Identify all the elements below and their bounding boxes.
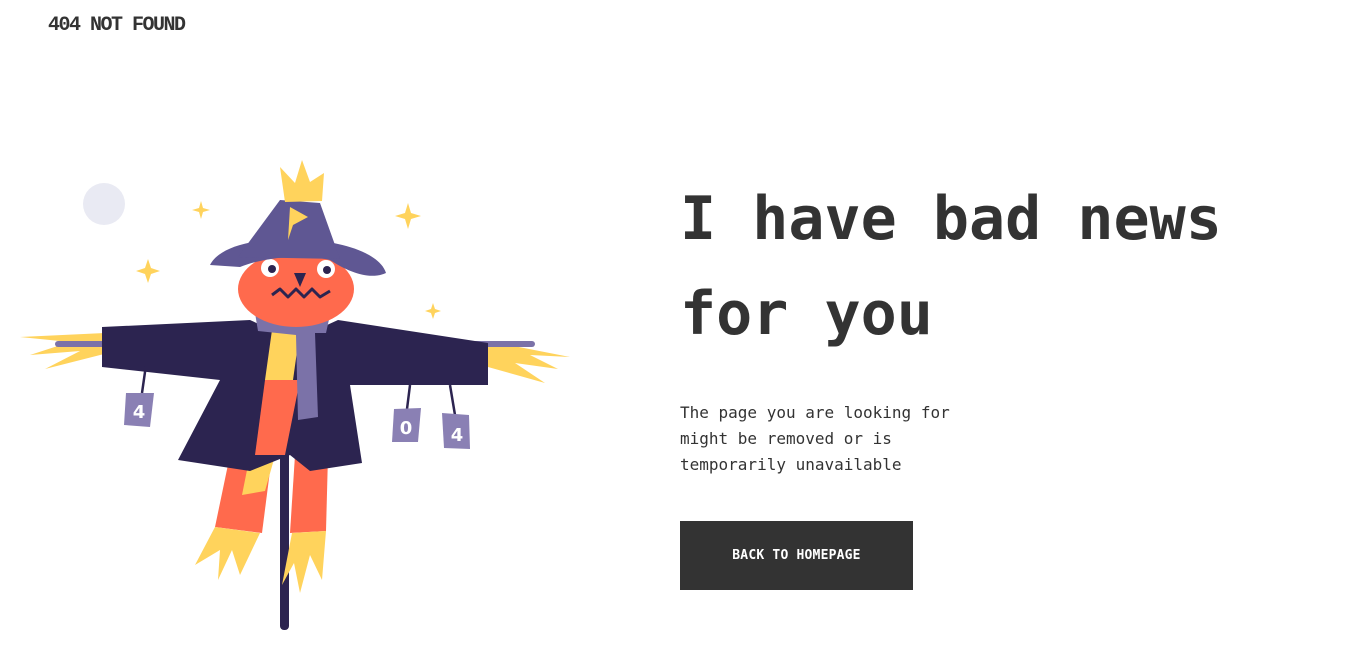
back-to-homepage-button[interactable]: BACK TO HOMEPAGE — [680, 521, 913, 590]
can-right: 4 — [442, 384, 470, 449]
error-content: I have bad news for you The page you are… — [680, 172, 1320, 478]
straw-right — [488, 341, 570, 383]
moon-icon — [83, 183, 125, 225]
svg-text:4: 4 — [133, 402, 146, 423]
brand-logo[interactable]: 404 NOT FOUND — [48, 14, 186, 37]
can-middle: 0 — [392, 384, 421, 442]
can-left: 4 — [124, 364, 154, 427]
straw-left — [20, 333, 108, 369]
svg-text:4: 4 — [451, 425, 464, 446]
error-message: The page you are looking for might be re… — [680, 403, 950, 474]
page-title: I have bad news for you — [680, 184, 1222, 349]
scarecrow-illustration: 4 0 4 — [20, 160, 570, 630]
svg-text:0: 0 — [400, 418, 413, 439]
